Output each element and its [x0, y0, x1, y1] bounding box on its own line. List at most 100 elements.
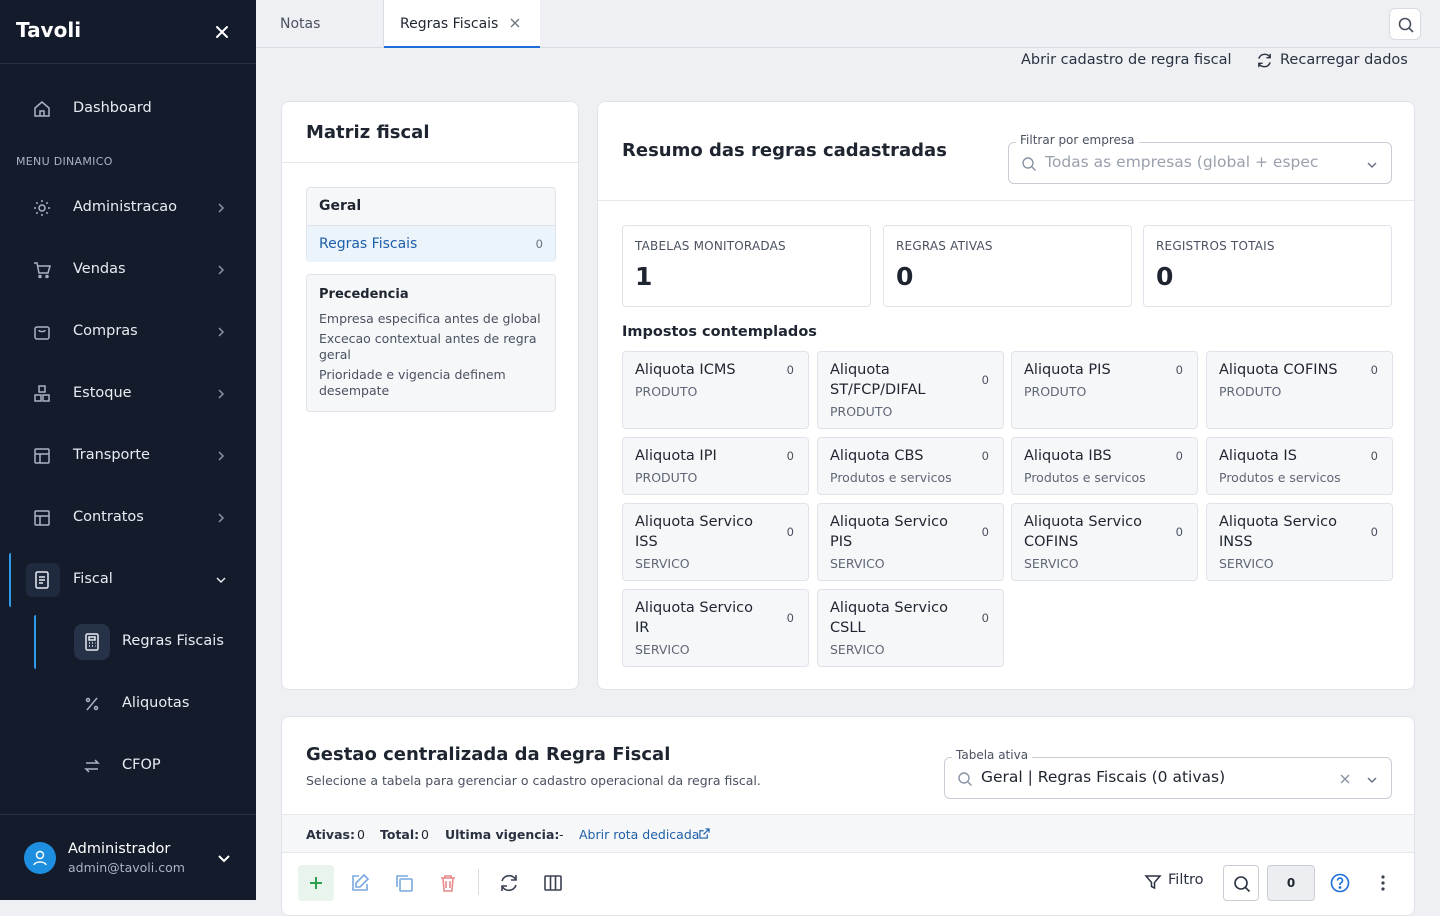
close-icon[interactable] — [212, 22, 232, 42]
imposto-tile[interactable]: Aliquota Servico PIS SERVICO 0 — [817, 503, 1004, 581]
imposto-tile[interactable]: Aliquota ICMS PRODUTO 0 — [622, 351, 809, 429]
sidebar-item-contratos[interactable]: Contratos — [16, 494, 240, 542]
precedencia-line: Excecao contextual antes de regra geral — [319, 331, 537, 362]
divider — [598, 200, 1414, 201]
help-button[interactable] — [1329, 872, 1351, 894]
percent-icon — [82, 694, 102, 714]
imposto-count: 0 — [1175, 449, 1183, 463]
toolbar-separator — [478, 869, 479, 895]
total-value: 0 — [421, 827, 429, 842]
clear-icon[interactable] — [1339, 773, 1351, 785]
reload-label: Recarregar dados — [1280, 52, 1408, 68]
matriz-group: Geral Regras Fiscais 0 — [306, 187, 556, 262]
filter-button[interactable]: Filtro — [1144, 872, 1204, 890]
sidebar-subitem-cfop[interactable]: CFOP — [60, 744, 240, 788]
sidebar-item-dashboard[interactable]: Dashboard — [16, 85, 240, 133]
card-title: Resumo das regras cadastradas — [622, 140, 947, 161]
imposto-name: Aliquota CBS — [830, 448, 924, 464]
imposto-count: 0 — [786, 363, 794, 377]
more-options-icon[interactable] — [1372, 872, 1394, 894]
imposto-name: Aliquota Servico PIS — [830, 514, 948, 550]
card-subtitle: Selecione a tabela para gerenciar o cada… — [306, 773, 761, 788]
chevron-right-icon — [214, 387, 228, 401]
imposto-count: 0 — [786, 449, 794, 463]
search-icon — [1234, 876, 1251, 893]
sidebar-subitem-regras-fiscais[interactable]: Regras Fiscais — [60, 620, 240, 664]
columns-button[interactable] — [542, 872, 564, 894]
imposto-tile[interactable]: Aliquota COFINS PRODUTO 0 — [1206, 351, 1393, 429]
stat-registros-totais: REGISTROS TOTAIS 0 — [1143, 225, 1392, 307]
tabela-ativa-select[interactable]: Geral | Regras Fiscais (0 ativas) — [944, 757, 1392, 799]
delete-button[interactable] — [437, 872, 459, 894]
resumo-card: Resumo das regras cadastradas Todas as e… — [597, 101, 1415, 690]
imposto-tile[interactable]: Aliquota Servico IR SERVICO 0 — [622, 589, 809, 667]
tabela-ativa-value: Geral | Regras Fiscais (0 ativas) — [981, 768, 1226, 786]
imposto-type: PRODUTO — [1219, 384, 1282, 399]
precedencia-title: Precedencia — [319, 287, 409, 302]
tab-notas[interactable]: Notas — [256, 0, 384, 48]
sidebar-subitem-label: Regras Fiscais — [122, 633, 224, 649]
avatar[interactable] — [24, 842, 56, 874]
imposto-tile[interactable]: Aliquota Servico ISS SERVICO 0 — [622, 503, 809, 581]
empresa-filter-select[interactable]: Todas as empresas (global + espec — [1008, 142, 1392, 184]
imposto-tile[interactable]: Aliquota Servico INSS SERVICO 0 — [1206, 503, 1393, 581]
imposto-tile[interactable]: Aliquota IPI PRODUTO 0 — [622, 437, 809, 495]
precedencia-box: Precedencia Empresa especifica antes de … — [306, 274, 556, 412]
ativas-value: 0 — [357, 827, 365, 842]
table-icon — [32, 508, 52, 528]
active-sub-indicator — [34, 615, 38, 669]
global-search-button[interactable] — [1389, 8, 1421, 40]
calculator-icon — [82, 632, 102, 652]
stat-label: REGRAS ATIVAS — [896, 239, 993, 253]
imposto-name: Aliquota PIS — [1024, 362, 1111, 378]
tab-label: Regras Fiscais — [400, 16, 499, 32]
user-email: admin@tavoli.com — [68, 860, 185, 875]
tab-regras-fiscais[interactable]: Regras Fiscais — [384, 0, 540, 48]
sidebar-item-administracao[interactable]: Administracao — [16, 184, 240, 232]
row-label: Regras Fiscais — [319, 236, 418, 252]
imposto-tile[interactable]: Aliquota PIS PRODUTO 0 — [1011, 351, 1198, 429]
imposto-tile[interactable]: Aliquota IS Produtos e servicos 0 — [1206, 437, 1393, 495]
sidebar-item-compras[interactable]: Compras — [16, 308, 240, 356]
open-cadastro-link[interactable]: Abrir cadastro de regra fiscal — [1021, 52, 1232, 68]
imposto-type: PRODUTO — [830, 404, 893, 419]
table-search-button[interactable] — [1223, 865, 1259, 901]
boxes-icon — [32, 384, 52, 404]
search-icon — [1398, 17, 1414, 33]
matriz-row-regras-fiscais[interactable]: Regras Fiscais 0 — [307, 225, 555, 262]
imposto-name: Aliquota Servico IR — [635, 600, 753, 636]
refresh-button[interactable] — [498, 872, 520, 894]
stat-value: 0 — [896, 262, 914, 291]
total-label: Total: — [380, 827, 420, 842]
edit-button[interactable] — [349, 872, 371, 894]
gestao-card: Gestao centralizada da Regra Fiscal Sele… — [281, 716, 1415, 916]
sidebar-subitem-aliquotas[interactable]: Aliquotas — [60, 682, 240, 726]
imposto-tile[interactable]: Aliquota Servico CSLL SERVICO 0 — [817, 589, 1004, 667]
sidebar-item-transporte[interactable]: Transporte — [16, 432, 240, 480]
add-button[interactable] — [298, 865, 334, 901]
external-link-icon — [699, 828, 710, 839]
chevron-down-icon[interactable] — [216, 850, 232, 866]
imposto-tile[interactable]: Aliquota IBS Produtos e servicos 0 — [1011, 437, 1198, 495]
imposto-tile[interactable]: Aliquota CBS Produtos e servicos 0 — [817, 437, 1004, 495]
stat-value: 0 — [1156, 262, 1174, 291]
chevron-right-icon — [214, 263, 228, 277]
tabela-ativa-label: Tabela ativa — [952, 748, 1033, 762]
imposto-count: 0 — [1370, 449, 1378, 463]
count-badge[interactable]: 0 — [1267, 865, 1315, 901]
reload-button[interactable]: Recarregar dados — [1256, 52, 1408, 68]
imposto-name: Aliquota Servico INSS — [1219, 514, 1337, 550]
chevron-right-icon — [214, 201, 228, 215]
imposto-tile[interactable]: Aliquota Servico COFINS SERVICO 0 — [1011, 503, 1198, 581]
imposto-count: 0 — [786, 611, 794, 625]
route-link[interactable]: Abrir rota dedicada — [579, 827, 699, 842]
sidebar-item-estoque[interactable]: Estoque — [16, 370, 240, 418]
copy-button[interactable] — [393, 872, 415, 894]
sidebar-item-vendas[interactable]: Vendas — [16, 246, 240, 294]
close-tab-icon[interactable] — [509, 17, 521, 29]
menu-section-label: MENU DINAMICO — [16, 155, 113, 168]
imposto-tile[interactable]: Aliquota ST/FCP/DIFAL PRODUTO 0 — [817, 351, 1004, 429]
imposto-name: Aliquota IPI — [635, 448, 717, 464]
sidebar-item-fiscal[interactable]: Fiscal — [16, 556, 240, 604]
filter-label: Filtrar por empresa — [1016, 133, 1139, 147]
